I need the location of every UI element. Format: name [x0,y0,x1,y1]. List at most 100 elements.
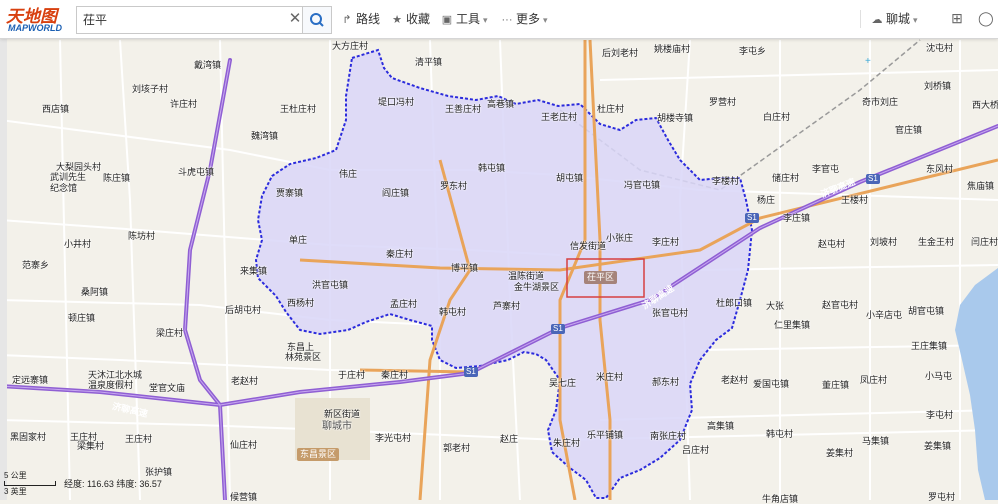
place-label[interactable]: 牛角店镇 [762,494,798,504]
place-label[interactable]: 官庄镇 [895,125,922,135]
search-button[interactable] [302,7,331,33]
place-label[interactable]: 王善庄村 [445,104,481,114]
place-label[interactable]: 阎庄镇 [382,188,409,198]
place-label[interactable]: 温陈街道 [508,271,544,281]
place-label[interactable]: 闫庄村 [971,237,998,247]
place-label[interactable]: 金牛湖景区 [514,282,559,292]
place-label[interactable]: 南张庄村 [650,431,686,441]
more-button[interactable]: ··· 更多 ▾ [500,10,548,28]
place-label[interactable]: 高集镇 [707,421,734,431]
place-label[interactable]: 东风村 [926,164,953,174]
place-label[interactable]: 杜庄村 [597,104,624,114]
place-label[interactable]: 张官屯村 [652,308,688,318]
place-label[interactable]: 郭老村 [443,443,470,453]
place-label[interactable]: 秦庄村 [386,249,413,259]
place-label[interactable]: 韩屯镇 [478,163,505,173]
place-label[interactable]: 范寨乡 [22,260,49,270]
place-label[interactable]: 高巷镇 [487,99,514,109]
route-button[interactable]: ↱ 路线 [340,10,380,28]
place-label[interactable]: 杨庄 [757,195,775,205]
place-label[interactable]: 韩屯村 [766,429,793,439]
place-label[interactable]: 焦庙镇 [967,181,994,191]
place-label[interactable]: 胡官屯镇 [908,306,944,316]
place-label[interactable]: 生金王村 [918,237,954,247]
place-label[interactable]: 林苑景区 [285,352,321,362]
place-label[interactable]: 凤庄村 [860,375,887,385]
place-label[interactable]: 姜集镇 [924,441,951,451]
place-label[interactable]: 魏湾镇 [251,131,278,141]
place-label[interactable]: 仙庄村 [230,440,257,450]
place-label[interactable]: 陈庄镇 [103,173,130,183]
place-label[interactable]: 温泉度假村 [88,380,133,390]
place-label[interactable]: 梁庄村 [156,328,183,338]
place-label[interactable]: 信发街道 [570,241,606,251]
place-label[interactable]: 李光屯村 [375,433,411,443]
place-label[interactable]: 桑阿镇 [81,287,108,297]
place-label[interactable]: 冯官屯镇 [624,180,660,190]
place-label[interactable]: 孟庄村 [390,299,417,309]
place-label[interactable]: 罗东村 [440,181,467,191]
place-label[interactable]: 堂官文庙 [149,383,185,393]
place-label[interactable]: 芦寨村 [493,301,520,311]
tools-button[interactable]: ▣ 工具 ▾ [440,10,488,28]
place-label[interactable]: 天沐江北水城 [88,370,142,380]
place-label[interactable]: 于庄村 [338,370,365,380]
place-label[interactable]: 老赵村 [721,375,748,385]
place-label[interactable]: 吕庄村 [682,445,709,455]
place-label[interactable]: 博平镇 [451,263,478,273]
place-label[interactable]: 贾寨镇 [276,188,303,198]
place-label[interactable]: 刘垓子村 [132,84,168,94]
place-label[interactable]: 王庄村 [125,434,152,444]
place-label[interactable]: 韩屯村 [439,307,466,317]
place-label[interactable]: 米庄村 [596,372,623,382]
place-label[interactable]: 姜集村 [826,448,853,458]
place-label[interactable]: 西大桥镇 [972,100,998,110]
place-label[interactable]: 郝东村 [652,377,679,387]
place-label[interactable]: 马集镇 [862,436,889,446]
place-label[interactable]: 李屯村 [926,410,953,420]
place-label[interactable]: 王杜庄村 [280,104,316,114]
place-label[interactable]: 堤口冯村 [378,97,414,107]
place-label[interactable]: 小马屯 [925,371,952,381]
place-label[interactable]: 乐平铺镇 [587,430,623,440]
place-label[interactable]: 储庄村 [772,173,799,183]
place-label[interactable]: 李官屯 [812,164,839,174]
place-label[interactable]: 后刘老村 [602,48,638,58]
search-input[interactable] [77,7,289,31]
place-label[interactable]: 清平镇 [415,57,442,67]
place-label[interactable]: 董庄镇 [822,380,849,390]
apps-button[interactable]: ⊞ [950,9,966,27]
map-canvas[interactable]: + [0,0,998,500]
place-label[interactable]: 大梨园头村 [56,162,101,172]
place-label[interactable]: 黑固家村 [10,432,46,442]
place-label[interactable]: 仁里集镇 [774,320,810,330]
place-label[interactable]: 小井村 [64,239,91,249]
place-label[interactable]: 李庄镇 [783,213,810,223]
place-label[interactable]: 单庄 [289,235,307,245]
place-label[interactable]: 候营镇 [230,492,257,502]
favorite-button[interactable]: ★ 收藏 [390,10,430,28]
place-label[interactable]: 刘桥镇 [924,81,951,91]
place-label[interactable]: 伟庄 [339,169,357,179]
place-label[interactable]: 李庄村 [652,237,679,247]
place-label[interactable]: 张护镇 [145,467,172,477]
place-label[interactable]: 赵庄 [500,434,518,444]
place-label[interactable]: 王老庄村 [541,112,577,122]
place-label[interactable]: 梁集村 [77,441,104,451]
place-label[interactable]: 李屯乡 [739,46,766,56]
place-label[interactable]: 沈屯村 [926,43,953,53]
place-label[interactable]: 姚楼庙村 [654,44,690,54]
place-label[interactable]: 秦庄村 [381,370,408,380]
place-label[interactable]: 小张庄 [606,233,633,243]
place-label[interactable]: 洪官屯镇 [312,280,348,290]
place-label[interactable]: 西杨村 [287,298,314,308]
place-label[interactable]: 许庄村 [170,99,197,109]
place-label[interactable]: 罗屯村 [928,492,955,502]
place-label[interactable]: 罗营村 [709,97,736,107]
place-label[interactable]: 大方庄村 [332,41,368,51]
place-label[interactable]: 来集镇 [240,266,267,276]
user-button[interactable]: ◯ [978,9,994,27]
place-label[interactable]: 定远寨镇 [12,375,48,385]
place-label[interactable]: 老赵村 [231,376,258,386]
place-label[interactable]: 李楼村 [712,176,739,186]
